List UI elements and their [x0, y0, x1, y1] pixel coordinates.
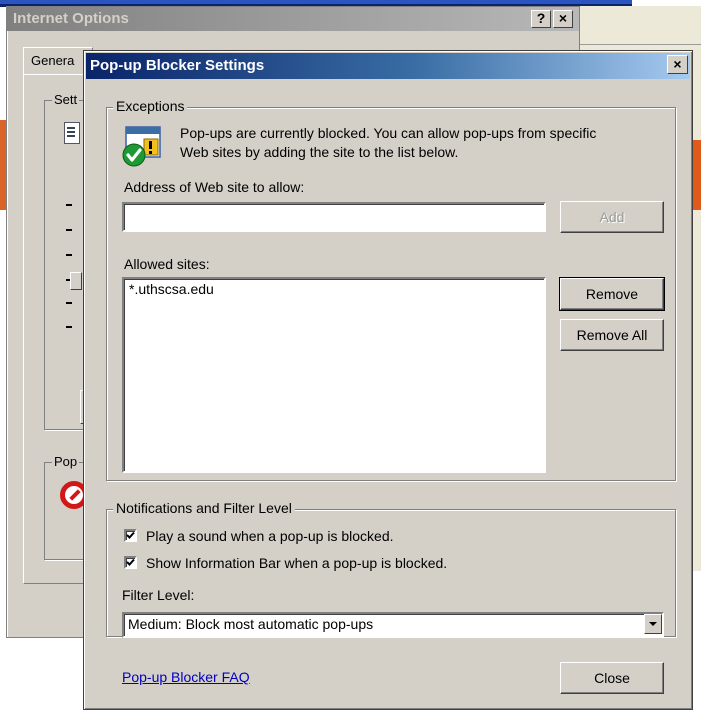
filter-level-select[interactable]: Medium: Block most automatic pop-ups — [122, 612, 664, 638]
remove-all-button[interactable]: Remove All — [560, 319, 664, 351]
settings-group-label: Sett — [52, 92, 80, 107]
exceptions-legend: Exceptions — [113, 98, 188, 114]
chevron-down-icon[interactable] — [644, 614, 662, 634]
slider-tick — [66, 229, 72, 231]
popup-group-box — [44, 462, 84, 560]
settings-group-box — [44, 100, 84, 430]
background-divider — [580, 44, 701, 45]
slider-tick — [66, 302, 72, 304]
privacy-slider-handle[interactable] — [70, 272, 82, 290]
exceptions-info-line2: Web sites by adding the site to the list… — [180, 144, 459, 160]
document-icon — [64, 122, 80, 144]
slider-tick — [66, 204, 72, 206]
internet-options-title: Internet Options — [13, 10, 129, 27]
notifications-legend: Notifications and Filter Level — [113, 500, 295, 516]
checkmark-icon — [126, 558, 135, 566]
slider-tick — [66, 326, 72, 328]
internet-options-titlebar: Internet Options — [7, 7, 579, 31]
dialog-close-button[interactable]: × — [667, 55, 688, 74]
slider-tick — [66, 254, 72, 256]
filter-level-value: Medium: Block most automatic pop-ups — [128, 616, 374, 632]
help-button[interactable]: ? — [531, 10, 551, 28]
info-bar-label[interactable]: Show Information Bar when a pop-up is bl… — [146, 555, 447, 572]
allowed-sites-label: Allowed sites: — [124, 256, 210, 272]
popup-group-label: Pop — [52, 454, 80, 469]
info-bar-checkbox[interactable] — [124, 556, 137, 569]
checkmark-icon — [126, 531, 135, 539]
play-sound-label[interactable]: Play a sound when a pop-up is blocked. — [146, 528, 394, 545]
close-button[interactable]: Close — [560, 662, 664, 694]
popup-window-icon — [122, 126, 161, 167]
address-input[interactable] — [122, 202, 546, 232]
add-button[interactable]: Add — [560, 201, 664, 233]
dialog-titlebar[interactable]: Pop-up Blocker Settings — [86, 53, 690, 79]
filter-level-label: Filter Level: — [122, 587, 195, 603]
popup-blocker-settings-dialog: Pop-up Blocker Settings × Exceptions Pop… — [83, 50, 693, 710]
allowed-sites-list[interactable]: *.uthscsa.edu — [122, 277, 546, 473]
list-item[interactable]: *.uthscsa.edu — [124, 279, 544, 300]
remove-button[interactable]: Remove — [559, 277, 665, 311]
exceptions-info-line1: Pop-ups are currently blocked. You can a… — [180, 125, 597, 141]
popup-blocker-faq-link[interactable]: Pop-up Blocker FAQ — [122, 669, 250, 685]
dialog-title: Pop-up Blocker Settings — [90, 57, 265, 74]
internet-options-close-button[interactable]: × — [553, 10, 573, 28]
address-label: Address of Web site to allow: — [124, 179, 305, 195]
play-sound-checkbox[interactable] — [124, 529, 137, 542]
